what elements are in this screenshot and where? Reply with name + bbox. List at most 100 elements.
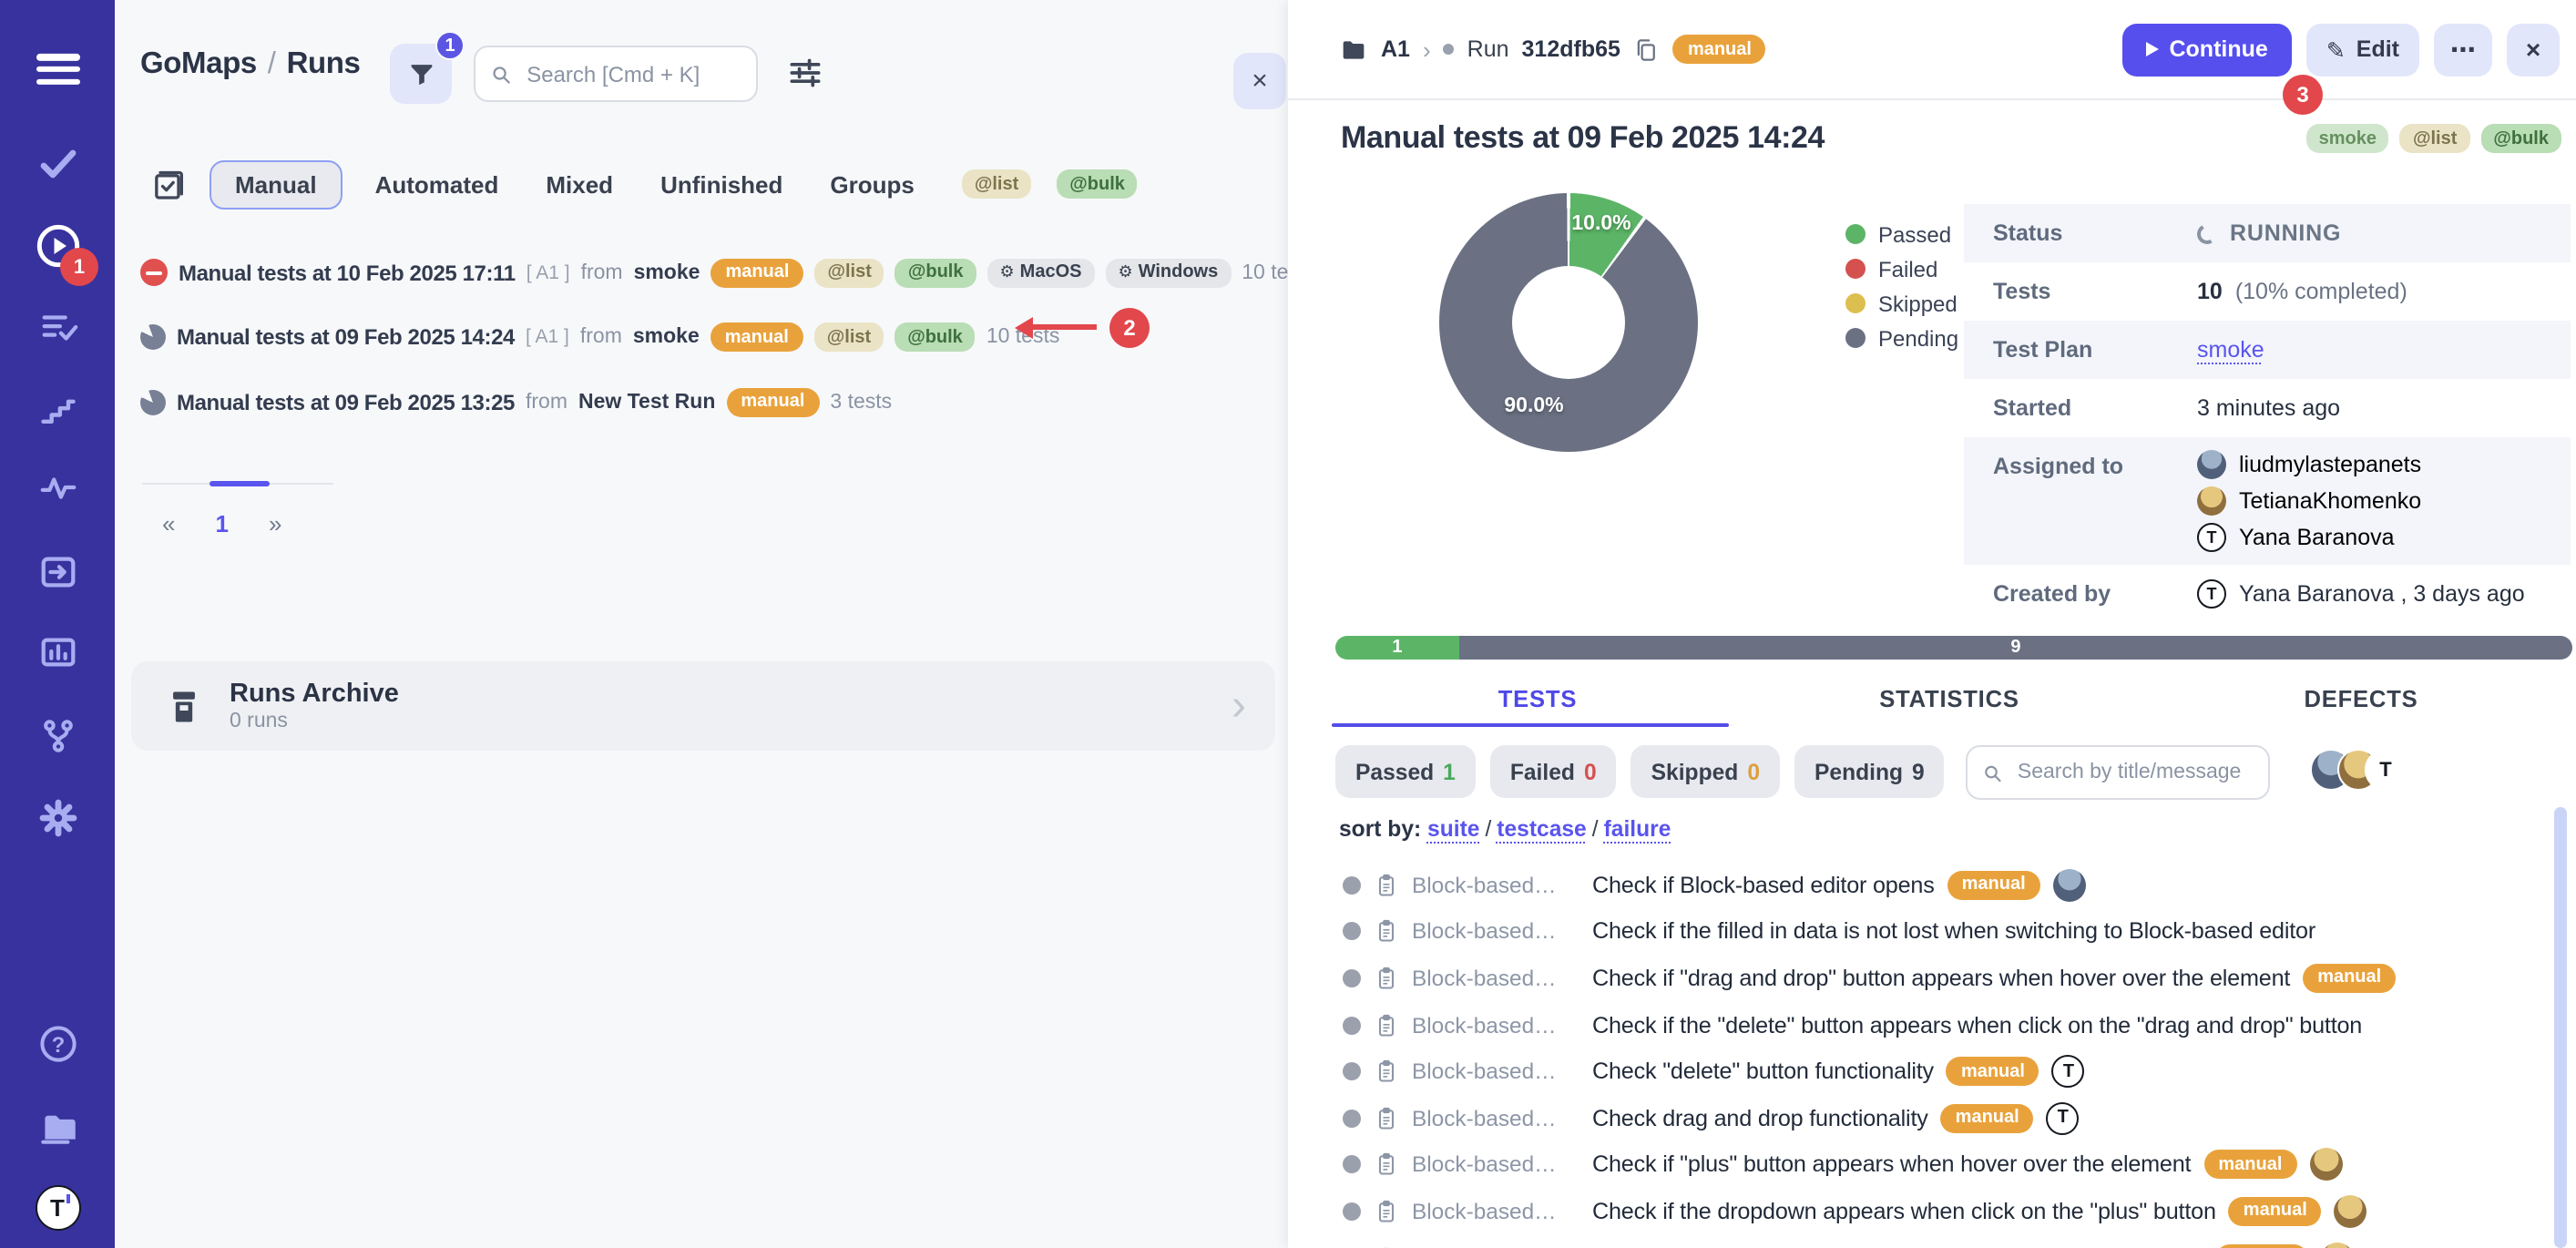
- tab-tests[interactable]: TESTS: [1332, 670, 1743, 727]
- view-settings-icon[interactable]: [785, 53, 825, 93]
- run-status-stopped-icon: [140, 260, 168, 287]
- activity-icon[interactable]: [36, 467, 78, 509]
- run-source: smoke: [633, 327, 700, 349]
- suite-crumb[interactable]: A1: [1381, 36, 1410, 62]
- assignee[interactable]: TYana Baranova: [2197, 521, 2571, 554]
- run-title: Manual tests at 09 Feb 2025 14:24: [177, 325, 515, 351]
- tab-defects[interactable]: DEFECTS: [2155, 670, 2567, 727]
- test-row[interactable]: Block-based… Check if the dropdown appea…: [1288, 1188, 2576, 1234]
- tag-filter-list[interactable]: @list: [962, 169, 1031, 199]
- copy-icon[interactable]: [1633, 36, 1661, 63]
- test-row[interactable]: Block-based… Check drag and drop functio…: [1288, 1095, 2576, 1141]
- tab-mixed[interactable]: Mixed: [546, 170, 613, 198]
- close-detail-button[interactable]: ×: [2507, 23, 2560, 76]
- pending-dot-icon: [1343, 1016, 1361, 1034]
- filter-button[interactable]: 1: [390, 44, 452, 104]
- bulk-tag: @bulk: [895, 259, 976, 288]
- test-row[interactable]: Block-based… Check if the "delete" butto…: [1288, 1002, 2576, 1049]
- collapse-list-button[interactable]: ×: [1233, 53, 1286, 109]
- pending-dot-icon: [1343, 1202, 1361, 1221]
- more-button[interactable]: ⋯: [2434, 23, 2492, 76]
- run-ref: [ A1 ]: [526, 327, 569, 349]
- edit-button[interactable]: ✎ Edit: [2306, 23, 2419, 76]
- test-row[interactable]: Block-based… Check if "drag and drop" bu…: [1288, 955, 2576, 1001]
- list-tag: @list: [2400, 124, 2469, 153]
- test-row[interactable]: Block-based… Check if the filled in data…: [1288, 908, 2576, 955]
- continue-button[interactable]: Continue: [2121, 23, 2291, 76]
- progress-pending-segment: 9: [1459, 636, 2572, 660]
- assignee-avatar: T: [2052, 1055, 2085, 1088]
- tag-filter-bulk[interactable]: @bulk: [1057, 169, 1138, 199]
- testcases-icon[interactable]: [36, 142, 79, 186]
- scrollbar-thumb[interactable]: [2554, 807, 2567, 1248]
- sort-by-suite[interactable]: suite: [1427, 816, 1479, 842]
- legend-label: Failed: [1878, 256, 1937, 281]
- run-status-running-icon: [140, 390, 166, 415]
- results-donut-chart: 10.0% 90.0%: [1439, 193, 1698, 452]
- reports-icon[interactable]: [36, 631, 78, 673]
- manual-badge: manual: [726, 388, 819, 417]
- avatar-letter: T: [50, 1194, 65, 1222]
- page-next[interactable]: »: [269, 510, 281, 537]
- archive-title: Runs Archive: [230, 680, 399, 709]
- sort-by-testcase[interactable]: testcase: [1497, 816, 1586, 842]
- user-avatar[interactable]: T: [35, 1185, 80, 1231]
- assignee-avatar-stack[interactable]: T: [2310, 749, 2407, 791]
- assignee-avatar: [2320, 1242, 2353, 1248]
- assignee[interactable]: TetianaKhomenko: [2197, 485, 2571, 517]
- filter-passed[interactable]: Passed1: [1335, 745, 1476, 798]
- folder-icon: [1339, 35, 1368, 64]
- tab-manual[interactable]: Manual: [210, 159, 342, 209]
- legend-label: Skipped: [1878, 291, 1958, 316]
- test-row-partial[interactable]: Block-based… Check if the dropdown appea…: [1288, 1235, 2576, 1248]
- pagination: « 1 »: [162, 510, 281, 537]
- clipboard-icon: [1374, 1012, 1399, 1038]
- checklist-icon[interactable]: [36, 307, 78, 349]
- filter-pending[interactable]: Pending9: [1794, 745, 1945, 798]
- annotation-marker-2: 2: [1109, 308, 1150, 348]
- test-title: Check if the dropdown appears when click…: [1592, 1199, 2216, 1224]
- annotation-arrow-left: [1031, 324, 1097, 331]
- tab-automated[interactable]: Automated: [375, 170, 499, 198]
- env-windows-chip: ⚙Windows: [1105, 259, 1231, 288]
- run-title: Manual tests at 09 Feb 2025 14:24: [1341, 120, 1825, 157]
- steps-icon[interactable]: [37, 390, 77, 430]
- files-icon[interactable]: [35, 1103, 80, 1149]
- detail-tabs: TESTS STATISTICS DEFECTS: [1332, 670, 2567, 727]
- clipboard-icon: [1374, 1059, 1399, 1084]
- run-row-3[interactable]: Manual tests at 09 Feb 2025 13:25 from N…: [115, 370, 1288, 435]
- filter-failed[interactable]: Failed0: [1490, 745, 1617, 798]
- test-row[interactable]: Block-based… Check if "plus" button appe…: [1288, 1141, 2576, 1188]
- runs-search[interactable]: [474, 46, 758, 102]
- run-row-1[interactable]: Manual tests at 10 Feb 2025 17:11 [ A1 ]…: [115, 240, 1288, 305]
- test-plan-link[interactable]: smoke: [2197, 337, 2264, 363]
- settings-gear-icon[interactable]: [36, 796, 79, 840]
- tests-search[interactable]: [1966, 745, 2270, 800]
- filter-skipped[interactable]: Skipped0: [1631, 745, 1780, 798]
- breadcrumb-project[interactable]: GoMaps: [140, 47, 257, 80]
- menu-icon[interactable]: [36, 48, 79, 90]
- page-current[interactable]: 1: [215, 510, 228, 537]
- runs-search-input[interactable]: [523, 59, 741, 88]
- select-runs-icon[interactable]: [151, 166, 188, 202]
- pending-dot-icon: [1343, 923, 1361, 941]
- info-row-started: Started 3 minutes ago: [1964, 379, 2571, 437]
- chevron-right-icon: ›: [1232, 680, 1246, 731]
- help-glyph: ?: [51, 1033, 65, 1058]
- tests-search-input[interactable]: [2014, 760, 2254, 785]
- tab-unfinished[interactable]: Unfinished: [660, 170, 782, 198]
- test-row[interactable]: Block-based… Check if Block-based editor…: [1288, 862, 2576, 908]
- runs-archive-card[interactable]: Runs Archive 0 runs ›: [131, 661, 1275, 751]
- help-icon[interactable]: ?: [36, 1022, 79, 1066]
- milestones-icon[interactable]: [36, 715, 78, 757]
- tab-groups[interactable]: Groups: [830, 170, 914, 198]
- breadcrumb-separator: /: [268, 47, 276, 80]
- test-row[interactable]: Block-based… Check "delete" button funct…: [1288, 1049, 2576, 1095]
- assignee-list: liudmylastepanets TetianaKhomenko TYana …: [2197, 437, 2571, 565]
- assignee[interactable]: liudmylastepanets: [2197, 448, 2571, 481]
- assignee-avatar: [2309, 1149, 2342, 1182]
- page-prev[interactable]: «: [162, 510, 175, 537]
- sort-by-failure[interactable]: failure: [1604, 816, 1671, 842]
- tab-statistics[interactable]: STATISTICS: [1743, 670, 2155, 727]
- import-icon[interactable]: [36, 551, 78, 593]
